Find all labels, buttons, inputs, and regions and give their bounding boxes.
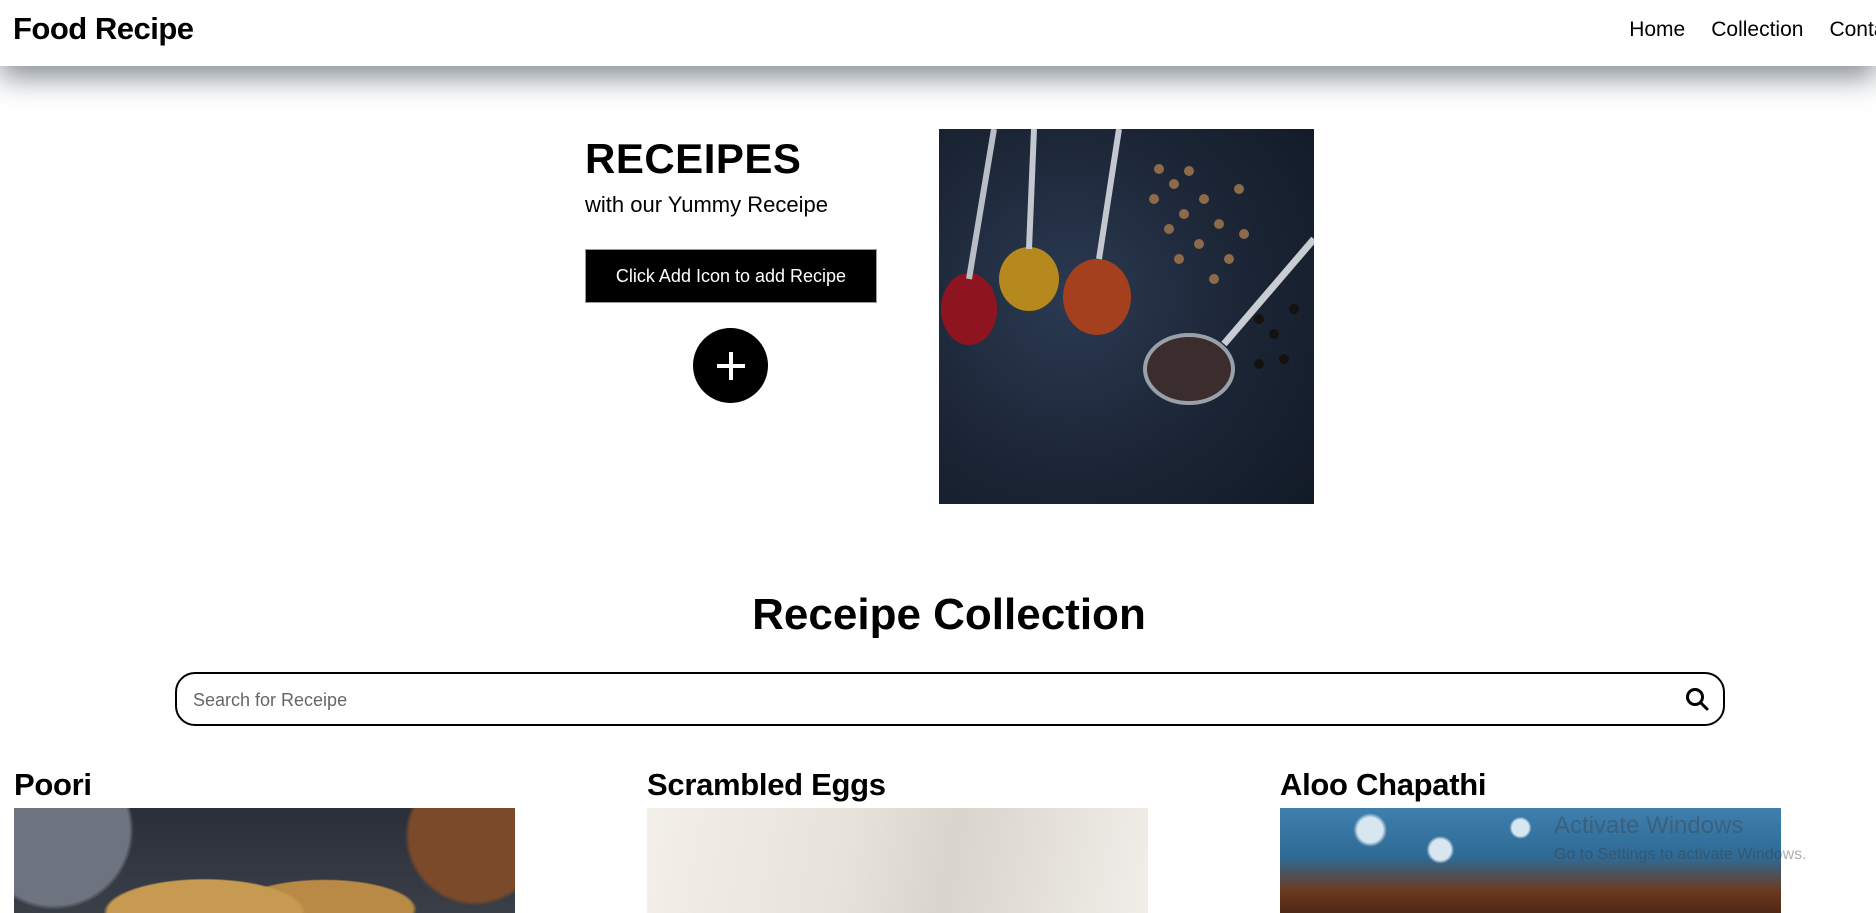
recipe-image[interactable] <box>647 808 1148 913</box>
plus-icon <box>716 351 745 380</box>
recipe-image[interactable] <box>14 808 515 913</box>
add-recipe-button[interactable] <box>693 328 768 403</box>
page: Food Recipe Home Collection Contac RECEI… <box>0 0 1876 913</box>
search-bar <box>175 672 1725 726</box>
add-recipe-banner: Click Add Icon to add Recipe <box>585 249 877 303</box>
recipe-title[interactable]: Aloo Chapathi <box>1280 766 1781 804</box>
collection-title: Receipe Collection <box>752 590 1146 639</box>
recipe-card[interactable]: Poori <box>14 766 515 913</box>
navbar: Food Recipe Home Collection Contac <box>0 0 1876 66</box>
activate-windows-title: Activate Windows <box>1554 812 1744 839</box>
activate-windows-subtitle: Go to Settings to activate Windows. <box>1554 846 1807 863</box>
nav-links: Home Collection Contac <box>1629 18 1876 42</box>
hero-subtitle: with our Yummy Receipe <box>585 192 828 217</box>
hero-image <box>939 129 1314 504</box>
recipe-card[interactable]: Scrambled Eggs <box>647 766 1148 913</box>
recipe-title[interactable]: Poori <box>14 766 515 804</box>
nav-contact[interactable]: Contac <box>1829 18 1876 42</box>
search-icon <box>1686 688 1709 711</box>
search-button[interactable] <box>1683 686 1711 714</box>
nav-collection[interactable]: Collection <box>1711 18 1803 42</box>
search-input[interactable] <box>191 684 1665 716</box>
hero-title: RECEIPES <box>585 135 802 182</box>
brand-logo[interactable]: Food Recipe <box>13 11 194 47</box>
recipe-title[interactable]: Scrambled Eggs <box>647 766 1148 804</box>
nav-home[interactable]: Home <box>1629 18 1685 42</box>
